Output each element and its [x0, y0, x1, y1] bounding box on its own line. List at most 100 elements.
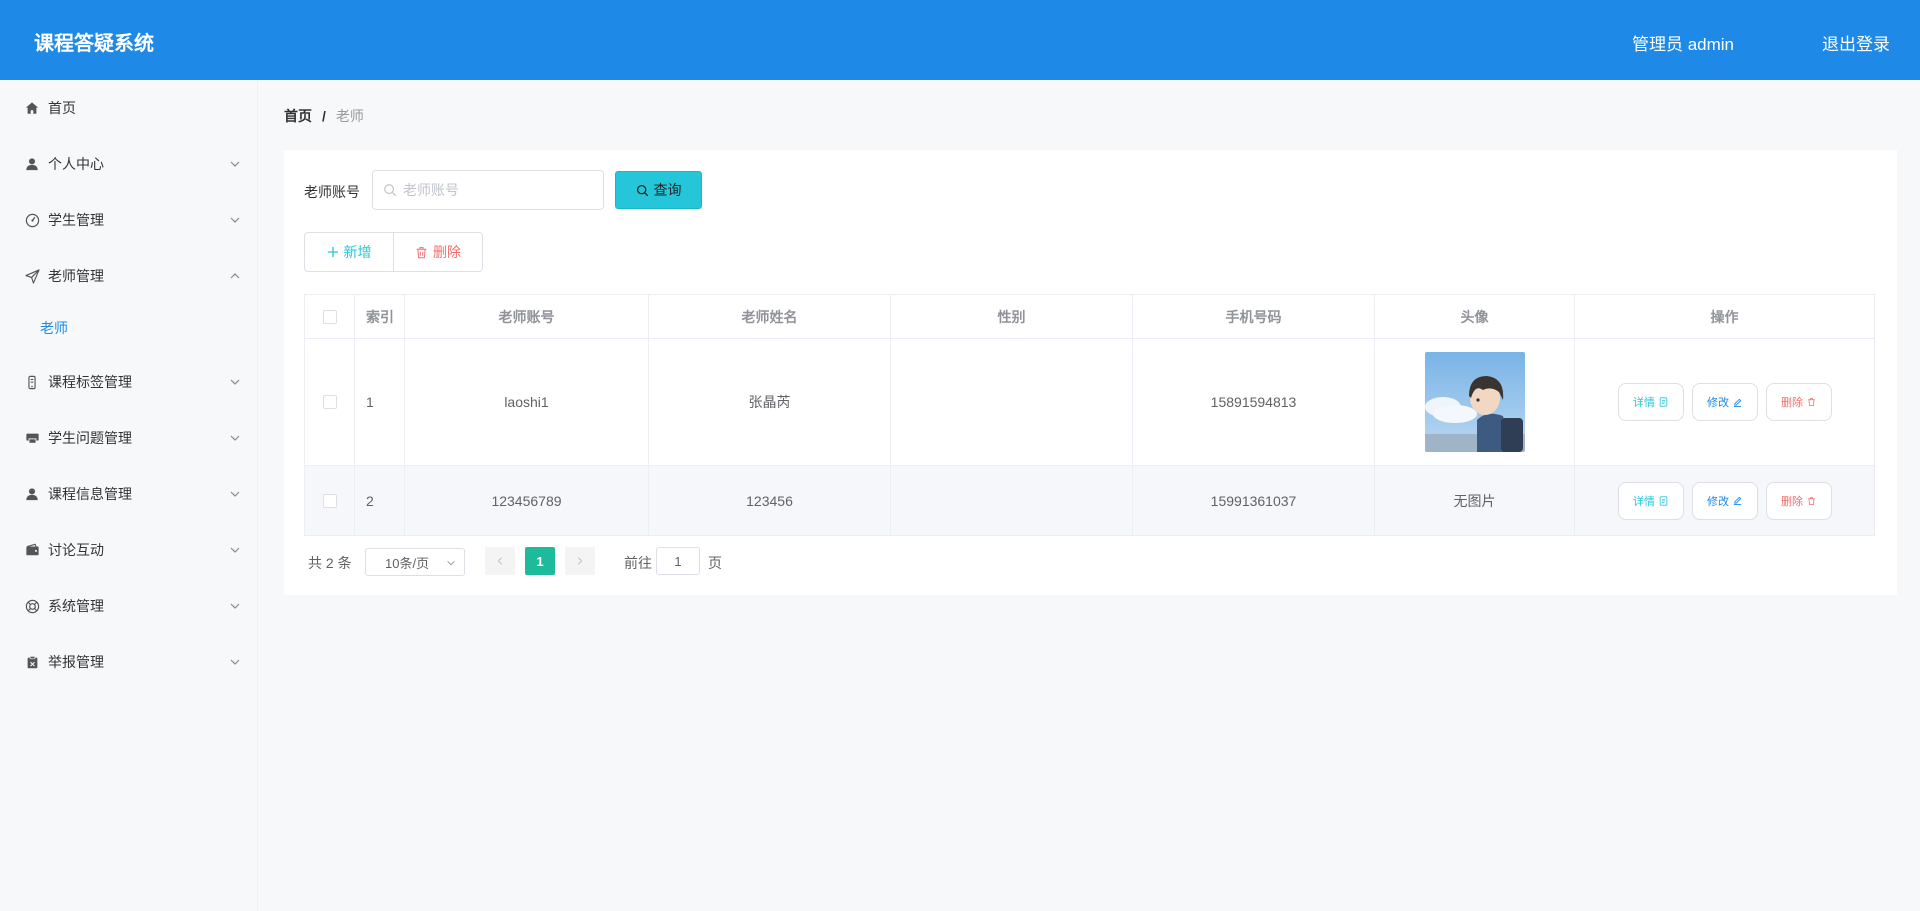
batch-delete-button[interactable]: 删除 [393, 232, 483, 272]
chevron-down-icon [230, 603, 240, 609]
cell-name: 123456 [649, 466, 891, 535]
select-all-checkbox[interactable] [322, 309, 337, 324]
sidebar: 首页 个人中心 学生管理 老师管理 老师 课程标签管理 学生问题管理 课程信息管… [0, 80, 258, 911]
column-header: 老师姓名 [649, 295, 891, 338]
search-icon [636, 184, 648, 196]
sidebar-item-course-tags[interactable]: 课程标签管理 [0, 362, 258, 402]
sidebar-item-students[interactable]: 学生管理 [0, 200, 258, 240]
sidebar-item-home[interactable]: 首页 [0, 88, 258, 128]
cell-phone: 15991361037 [1133, 466, 1375, 535]
breadcrumb-home[interactable]: 首页 [284, 106, 312, 126]
row-checkbox[interactable] [322, 395, 337, 409]
cell-index: 2 [355, 466, 405, 535]
chevron-down-icon [230, 435, 240, 441]
next-page-button[interactable] [565, 547, 595, 575]
search-input[interactable] [403, 179, 598, 201]
cell-index: 1 [355, 339, 405, 465]
delete-button-label: 删除 [1781, 495, 1803, 508]
page-size-value: 10条/页 [385, 555, 430, 571]
logout-button[interactable]: 退出登录 [1822, 30, 1890, 55]
goto-page-input[interactable] [656, 547, 700, 575]
sidebar-item-label: 学生问题管理 [48, 430, 132, 446]
delete-button[interactable]: 删除 [1765, 481, 1832, 520]
chevron-down-icon [230, 491, 240, 497]
row-checkbox[interactable] [322, 493, 337, 508]
sidebar-subitem-label: 老师 [40, 320, 68, 336]
app-title: 课程答疑系统 [34, 33, 154, 55]
page-size-select[interactable]: 10条/页 [365, 548, 465, 576]
edit-button[interactable]: 修改 [1691, 383, 1758, 421]
query-button[interactable]: 查询 [615, 171, 702, 209]
sidebar-item-teachers[interactable]: 老师管理 [0, 256, 258, 296]
sidebar-item-reports[interactable]: 举报管理 [0, 642, 258, 682]
cell-account: 123456789 [405, 466, 649, 535]
trash-icon [416, 246, 427, 258]
trash-icon [1808, 398, 1815, 407]
printer-icon [24, 430, 40, 446]
row-select-cell [305, 466, 355, 535]
cell-phone: 15891594813 [1133, 339, 1375, 465]
cell-avatar: 无图片 [1375, 466, 1575, 535]
sidebar-item-label: 学生管理 [48, 212, 104, 228]
detail-button[interactable]: 详情 [1617, 383, 1684, 421]
avatar[interactable] [1424, 352, 1525, 452]
search-field[interactable] [372, 170, 604, 210]
detail-button[interactable]: 详情 [1617, 481, 1684, 520]
sidebar-item-course-info[interactable]: 课程信息管理 [0, 474, 258, 514]
phone-icon [24, 374, 40, 390]
edit-button-label: 修改 [1707, 495, 1729, 508]
batch-delete-label: 删除 [433, 244, 461, 260]
current-user: 管理员 admin [1631, 35, 1734, 54]
user-icon [24, 486, 40, 502]
edit-icon [1733, 496, 1742, 505]
chevron-down-icon [230, 659, 240, 665]
sidebar-item-label: 老师管理 [48, 268, 104, 284]
column-header: 手机号码 [1133, 295, 1375, 338]
sidebar-item-label: 举报管理 [48, 654, 104, 670]
breadcrumb: 首页 / 老师 [284, 106, 364, 126]
cell-gender [891, 339, 1133, 465]
home-icon [24, 100, 40, 116]
sidebar-item-label: 个人中心 [48, 156, 104, 172]
cell-name: 张晶芮 [649, 339, 891, 465]
add-button-label: 新增 [343, 244, 372, 260]
trash-icon [1808, 496, 1815, 505]
table-row: 1 laoshi1 张晶芮 15891594813 详情 修改 删除 [305, 339, 1874, 466]
clipboard-icon [24, 654, 40, 670]
breadcrumb-current: 老师 [335, 108, 364, 124]
sidebar-item-student-questions[interactable]: 学生问题管理 [0, 418, 258, 458]
sidebar-item-label: 课程信息管理 [48, 486, 132, 502]
plus-icon [327, 247, 338, 257]
wallet-icon [24, 542, 40, 558]
edit-button-label: 修改 [1707, 397, 1729, 409]
chevron-left-icon [497, 557, 503, 565]
table-row: 2 123456789 123456 15991361037 无图片 详情 修改… [305, 466, 1874, 535]
query-button-label: 查询 [653, 182, 682, 198]
prev-page-button[interactable] [485, 547, 515, 575]
sidebar-item-label: 首页 [48, 100, 76, 116]
cell-account: laoshi1 [405, 339, 649, 465]
column-header: 头像 [1375, 295, 1575, 338]
help-icon [24, 598, 40, 614]
cell-avatar [1375, 339, 1575, 465]
detail-button-label: 详情 [1633, 397, 1655, 409]
chevron-down-icon [230, 161, 240, 167]
chevron-right-icon [577, 557, 583, 565]
chevron-down-icon [230, 217, 240, 223]
teacher-table: 索引 老师账号 老师姓名 性别 手机号码 头像 操作 1 laoshi1 张晶芮… [304, 294, 1875, 536]
edit-button[interactable]: 修改 [1691, 481, 1758, 520]
document-icon [1659, 397, 1668, 407]
goto-suffix: 页 [708, 555, 722, 571]
column-header: 操作 [1710, 308, 1739, 325]
cell-operations: 详情 修改 删除 [1575, 466, 1874, 535]
sidebar-subitem-teacher[interactable]: 老师 [0, 310, 258, 346]
delete-button[interactable]: 删除 [1765, 383, 1832, 421]
sidebar-item-personal[interactable]: 个人中心 [0, 144, 258, 184]
add-button[interactable]: 新增 [304, 232, 394, 272]
sidebar-item-discussion[interactable]: 讨论互动 [0, 530, 258, 570]
page-number-active[interactable]: 1 [525, 547, 555, 575]
sidebar-item-system[interactable]: 系统管理 [0, 586, 258, 626]
gauge-icon [24, 212, 40, 228]
delete-button-label: 删除 [1781, 397, 1803, 409]
column-header: 性别 [891, 295, 1133, 338]
